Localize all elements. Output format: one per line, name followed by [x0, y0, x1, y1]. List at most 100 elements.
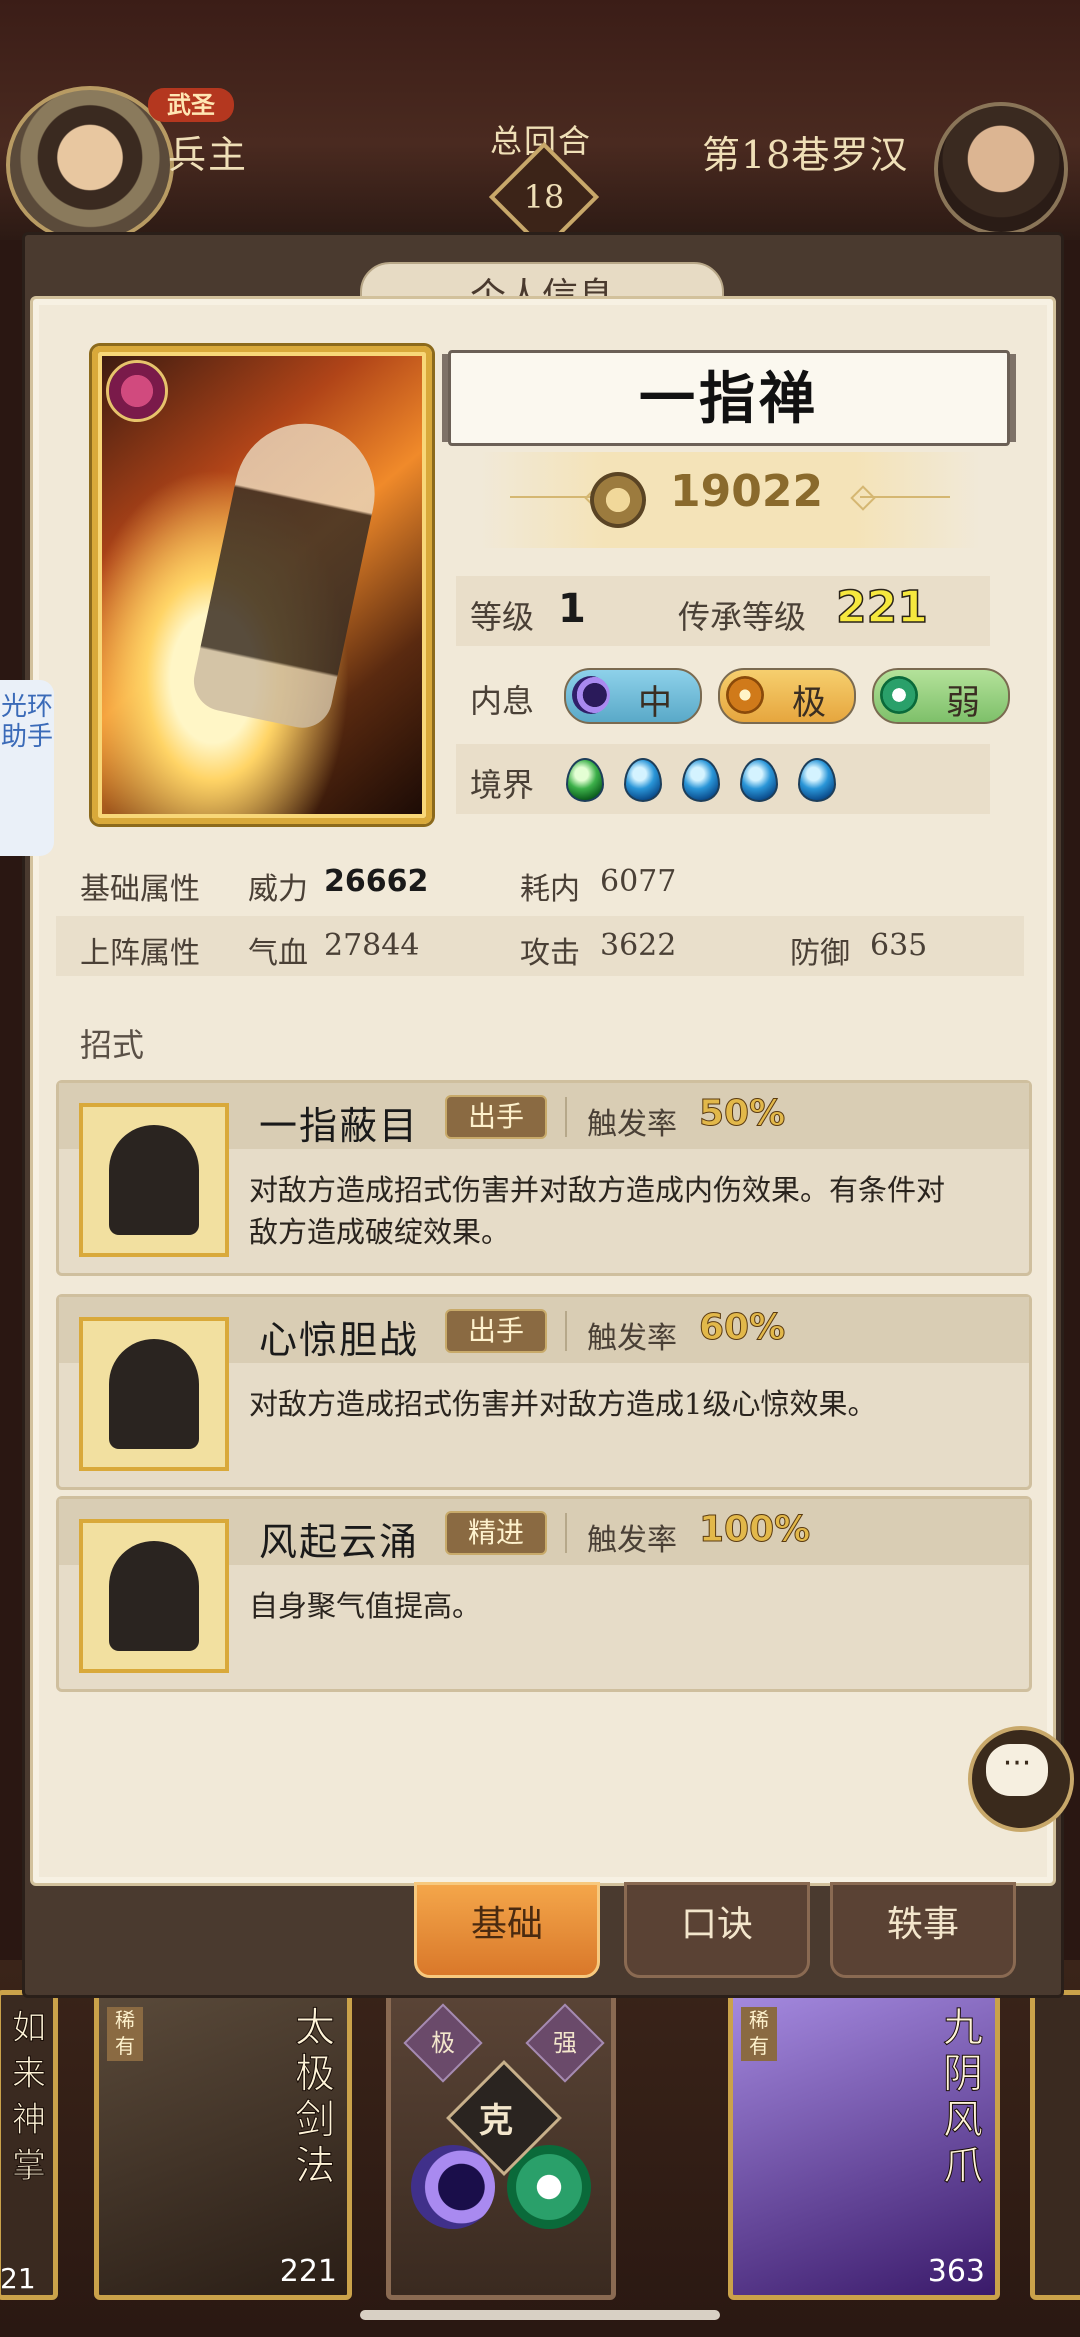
card-level: 21 [0, 2262, 36, 2295]
diamond-qiang: 强 [525, 2003, 605, 2083]
rate-label: 触发率 [587, 1107, 677, 1142]
move-card[interactable]: 一指蔽目 出手 触发率 50% 对敌方造成招式伤害并对敌方造成内伤效果。有条件对… [56, 1080, 1032, 1276]
inherit-level-label: 传承等级 [678, 598, 807, 636]
neixi-pill-orange[interactable]: 极 [718, 668, 856, 724]
player-name: 兵主 [168, 133, 249, 177]
divider [565, 1513, 567, 1553]
rarity-tag: 稀有 [741, 2007, 777, 2061]
jingjie-label: 境界 [470, 766, 535, 804]
sun-icon [726, 676, 764, 714]
move-name: 风起云涌 [259, 1520, 420, 1564]
neixi-label: 内息 [470, 682, 535, 720]
diamond-label: 强 [553, 2029, 577, 2057]
gongji-value: 3622 [600, 928, 677, 963]
level-value: 1 [558, 586, 586, 632]
neixi-counter-card: 极 强 克 [386, 1990, 616, 2300]
move-card[interactable]: 心惊胆战 出手 触发率 60% 对敌方造成招式伤害并对敌方造成1级心惊效果。 [56, 1294, 1032, 1490]
terrified-silhouette-icon [79, 1317, 229, 1471]
rate-label: 触发率 [587, 1321, 677, 1356]
card-level: 363 [927, 2254, 985, 2289]
card-title: 太极剑法 [295, 2005, 336, 2190]
move-name: 一指蔽目 [259, 1104, 420, 1148]
power-row: 19022 [480, 452, 980, 548]
neixi-pill-green[interactable]: 弱 [872, 668, 1010, 724]
tab-koujue[interactable]: 口诀 [624, 1882, 810, 1978]
rate-value: 100% [698, 1509, 811, 1551]
sword-medal-icon [590, 472, 646, 528]
school-emblem-icon [106, 360, 168, 422]
card-rulai[interactable]: 如来神掌 [0, 1990, 58, 2300]
card-taiji[interactable]: 稀有 太极剑法 221 [94, 1990, 352, 2300]
diamond-ji: 极 [403, 2003, 483, 2083]
skill-card-art [92, 346, 432, 824]
move-description: 自身聚气值提高。 [249, 1589, 482, 1623]
gongji-label: 攻击 [520, 936, 580, 971]
ke-label: 克 [479, 2101, 513, 2141]
moves-title: 招式 [80, 1026, 145, 1064]
realm-drop-icon [624, 758, 662, 802]
basic-attr-label: 基础属性 [80, 872, 200, 907]
move-description: 对敌方造成招式伤害并对敌方造成内伤效果。有条件对敌方造成破绽效果。 [249, 1173, 946, 1249]
ornament-right-icon [860, 496, 950, 498]
tab-basic[interactable]: 基础 [414, 1882, 600, 1978]
move-description: 对敌方造成招式伤害并对敌方造成1级心惊效果。 [249, 1387, 877, 1421]
battle-attr-label: 上阵属性 [80, 936, 200, 971]
monk-figure-illustration [188, 410, 388, 734]
halo-helper-tab[interactable]: 光环助手 [0, 680, 54, 856]
divider [565, 1311, 567, 1351]
card-level: 221 [279, 2254, 337, 2289]
neixi-pill-purple[interactable]: 中 [564, 668, 702, 724]
level-row: 等级 1 传承等级 221 [456, 576, 990, 646]
realm-drop-icon [566, 758, 604, 802]
card-juedshi[interactable] [1030, 1990, 1080, 2300]
fangyu-value: 635 [870, 928, 928, 963]
move-name: 心惊胆战 [259, 1318, 420, 1362]
weili-value: 26662 [324, 864, 429, 899]
weili-label: 威力 [248, 872, 308, 907]
jingjie-row: 境界 [456, 744, 990, 814]
rate-label: 触发率 [587, 1523, 677, 1558]
qixue-label: 气血 [248, 936, 308, 971]
basic-attributes-row: 基础属性 威力 26662 耗内 6077 [56, 852, 1024, 912]
diamond-label: 极 [431, 2029, 455, 2057]
rarity-tag: 稀有 [107, 2007, 143, 2061]
chat-bubble-button[interactable] [968, 1726, 1074, 1832]
card-title: 九阴风爪 [943, 2005, 984, 2190]
move-tag: 出手 [445, 1309, 547, 1353]
neixi-value: 中 [638, 683, 672, 723]
realm-drop-icon [740, 758, 778, 802]
level-label: 等级 [470, 598, 535, 636]
rate-value: 50% [698, 1093, 786, 1135]
move-tag: 出手 [445, 1095, 547, 1139]
round-number: 18 [523, 178, 565, 216]
ornament-left-icon [510, 496, 600, 498]
battle-attributes-row: 上阵属性 气血 27844 攻击 3622 防御 635 [56, 916, 1024, 976]
skill-name: 一指禅 [448, 350, 1010, 446]
qixue-value: 27844 [324, 928, 420, 963]
purple-orb-icon [411, 2145, 495, 2229]
player-title-badge: 武圣 [148, 88, 234, 122]
home-indicator[interactable] [360, 2310, 720, 2320]
haonei-value: 6077 [600, 864, 677, 899]
enemy-name: 第18巷罗汉 [702, 133, 909, 177]
haonei-label: 耗内 [520, 872, 580, 907]
card-title: 如来神掌 [12, 2008, 47, 2187]
neixi-value: 极 [792, 683, 826, 723]
rate-value: 60% [698, 1307, 786, 1349]
inherit-level-value: 221 [835, 581, 928, 634]
card-jiuyin[interactable]: 稀有 九阴风爪 363 [728, 1990, 1000, 2300]
divider [565, 1097, 567, 1137]
enemy-avatar[interactable] [934, 102, 1068, 236]
neixi-row: 内息 中 极 弱 [456, 660, 1010, 730]
move-tag: 精进 [445, 1511, 547, 1555]
realm-drop-icon [798, 758, 836, 802]
power-value: 19022 [670, 466, 824, 517]
jade-icon [880, 676, 918, 714]
martial-pose-silhouette-icon [79, 1519, 229, 1673]
move-card[interactable]: 风起云涌 精进 触发率 100% 自身聚气值提高。 [56, 1496, 1032, 1692]
blindfold-silhouette-icon [79, 1103, 229, 1257]
tab-yishi[interactable]: 轶事 [830, 1882, 1016, 1978]
fangyu-label: 防御 [790, 936, 850, 971]
neixi-value: 弱 [946, 683, 980, 723]
moon-icon [572, 676, 610, 714]
